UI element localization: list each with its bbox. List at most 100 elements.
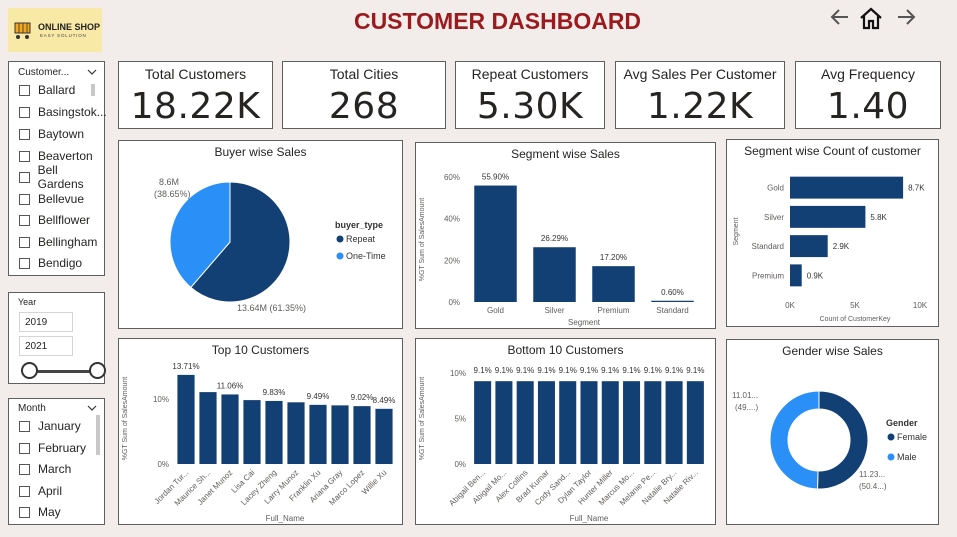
- list-item[interactable]: Baytown: [19, 125, 84, 143]
- data-label: 9.1%: [580, 366, 598, 375]
- bar: [265, 400, 283, 464]
- buyer-wise-sales-chart: 13.64M (61.35%) 8.6M (38.65%) buyer_type Rep…: [154, 177, 386, 313]
- segment-count-card: Segment wise Count of customer 8.7K Gold 5…: [726, 139, 939, 327]
- slicer-item-label: April: [38, 484, 63, 498]
- data-label: 9.1%: [559, 366, 577, 375]
- y-tick-label: Gold: [767, 184, 784, 193]
- kpi-repeat-customers: Repeat Customers 5.30K: [455, 61, 605, 129]
- kpi-avg-sales-per-customer: Avg Sales Per Customer 1.22K: [615, 61, 785, 129]
- x-tick-label: Premium: [597, 306, 629, 315]
- list-item[interactable]: Bellevue: [19, 190, 84, 208]
- y-axis-title: %GT Sum of SalesAmount: [419, 377, 426, 461]
- checkbox[interactable]: [19, 442, 30, 454]
- checkbox[interactable]: [19, 257, 30, 269]
- gender-wise-sales-card: Gender wise Sales 11.23... (50.4...) 11.01…: [726, 339, 939, 525]
- range-slider-handle-end[interactable]: [89, 362, 106, 379]
- list-item[interactable]: January: [19, 417, 81, 435]
- slicer-item-label: Baytown: [38, 127, 85, 141]
- forward-arrow-icon[interactable]: [896, 6, 916, 34]
- list-item[interactable]: Bellflower: [19, 211, 90, 229]
- kpi-label: Total Customers: [144, 66, 247, 82]
- year-slicer[interactable]: Year 2019 2021: [8, 292, 106, 384]
- kpi-label: Avg Frequency: [821, 66, 915, 82]
- home-icon[interactable]: [858, 6, 884, 36]
- range-slider-handle-start[interactable]: [21, 362, 38, 379]
- chevron-down-icon[interactable]: [87, 404, 97, 412]
- list-item[interactable]: May: [19, 503, 61, 521]
- data-label: 0.60%: [661, 288, 684, 297]
- kpi-value: 1.40: [826, 86, 910, 127]
- bar: [790, 264, 802, 287]
- year-to-input[interactable]: 2021: [19, 336, 73, 356]
- data-label: 9.1%: [601, 366, 619, 375]
- kpi-label: Repeat Customers: [471, 66, 589, 82]
- scrollbar[interactable]: [96, 415, 100, 455]
- list-item[interactable]: Bellingham: [19, 233, 97, 251]
- list-item[interactable]: Bell Gardens: [19, 163, 104, 191]
- checkbox[interactable]: [19, 506, 30, 518]
- x-tick-label: 10K: [913, 301, 928, 310]
- list-item[interactable]: Basingstok...: [19, 103, 107, 121]
- bar: [592, 266, 635, 302]
- slicer-item-label: Basingstok...: [38, 105, 107, 119]
- data-label: 0.9K: [807, 271, 824, 280]
- bar: [287, 402, 305, 464]
- list-item[interactable]: February: [19, 439, 86, 457]
- bar: [353, 406, 371, 464]
- year-from-input[interactable]: 2019: [19, 312, 73, 332]
- kpi-label: Total Cities: [329, 66, 399, 82]
- x-tick-label: 0K: [785, 301, 795, 310]
- checkbox[interactable]: [19, 193, 30, 205]
- legend-item: Male: [897, 452, 917, 462]
- top-10-customers-chart: 0%10%13.71%Jordan Tur...Maurice Sh...11.…: [122, 362, 396, 523]
- list-item[interactable]: April: [19, 482, 62, 500]
- checkbox[interactable]: [19, 214, 30, 226]
- checkbox[interactable]: [19, 171, 30, 183]
- logo: ONLINE SHOP EASY SOLUTION: [8, 8, 102, 52]
- checkbox[interactable]: [19, 106, 30, 118]
- data-label: (50.4...): [859, 482, 887, 491]
- checkbox[interactable]: [19, 150, 30, 162]
- data-label: (38.65%): [154, 189, 191, 199]
- city-slicer[interactable]: Customer... Ballard Basingstok... Baytow…: [8, 61, 107, 276]
- x-tick-label: Silver: [544, 306, 564, 315]
- data-label: 8.49%: [373, 396, 396, 405]
- data-label: 8.6M: [159, 177, 179, 187]
- legend-item: Repeat: [346, 234, 376, 244]
- data-label: 11.06%: [217, 381, 244, 390]
- bar: [623, 381, 641, 464]
- x-axis-title: Full_Name: [266, 514, 305, 523]
- bar: [644, 381, 662, 464]
- x-tick-label: Standard: [656, 306, 688, 315]
- shopping-cart-icon: [14, 22, 31, 39]
- y-axis-title: %GT Sum of SalesAmount: [122, 377, 129, 461]
- scrollbar[interactable]: [91, 84, 95, 96]
- x-axis-title: Full_Name: [570, 514, 609, 523]
- list-item[interactable]: March: [19, 460, 71, 478]
- data-label: 9.1%: [537, 366, 555, 375]
- logo-text: ONLINE SHOP: [38, 22, 101, 32]
- bar: [331, 405, 349, 464]
- slicer-item-label: Beaverton: [38, 149, 93, 163]
- checkbox[interactable]: [19, 420, 30, 432]
- data-label: 5.8K: [870, 213, 887, 222]
- checkbox[interactable]: [19, 463, 30, 475]
- checkbox[interactable]: [19, 236, 30, 248]
- data-label: 13.71%: [172, 362, 199, 371]
- data-label: 9.1%: [622, 366, 640, 375]
- checkbox[interactable]: [19, 128, 30, 140]
- bar: [665, 381, 683, 464]
- data-label: 9.02%: [351, 393, 374, 402]
- checkbox[interactable]: [19, 485, 30, 497]
- checkbox[interactable]: [19, 84, 30, 96]
- month-slicer[interactable]: Month January February March April May: [8, 398, 105, 525]
- slicer-item-label: Ballard: [38, 83, 76, 97]
- list-item[interactable]: Bendigo: [19, 254, 82, 272]
- list-item[interactable]: Ballard: [19, 81, 75, 99]
- back-arrow-icon[interactable]: [830, 6, 850, 34]
- chevron-down-icon[interactable]: [87, 68, 97, 76]
- slicer-header: Month: [18, 403, 46, 414]
- bar: [686, 381, 704, 464]
- bar: [243, 400, 261, 464]
- data-label: 9.1%: [516, 366, 534, 375]
